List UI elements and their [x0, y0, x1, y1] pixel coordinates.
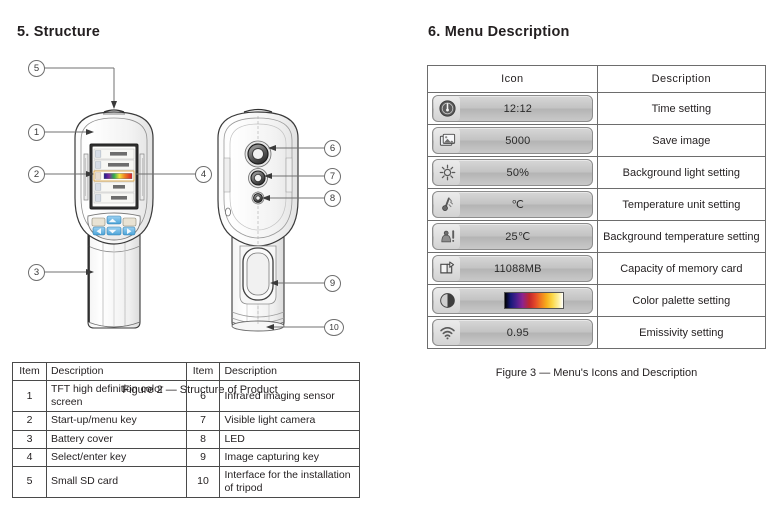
item-number: 7 [185, 411, 221, 431]
menu-pill[interactable]: 0.95 [432, 319, 593, 346]
callout-10: 10 [324, 319, 344, 336]
item-number: 3 [12, 429, 47, 449]
callout-6: 6 [324, 140, 341, 157]
photos-icon [434, 128, 460, 153]
menu-description: Color palette setting [596, 284, 767, 317]
item-number: 4 [12, 447, 47, 467]
item-number: 10 [185, 465, 221, 499]
menu-row-memory-capacity: 11088MB Capacity of memory card [427, 252, 767, 285]
lcd-screen-rows [93, 148, 135, 204]
menu-icon-cell: 25℃ [427, 220, 598, 253]
callout-4: 4 [195, 166, 212, 183]
table-header-row: Item Description Item Description [12, 361, 360, 382]
item-description-table: Item Description Item Description 1 TFT … [12, 361, 360, 499]
menu-pill[interactable]: ℃ [432, 191, 593, 218]
product-structure-figure: 5 1 2 3 4 6 7 8 9 10 Figure 2 — Structur… [0, 50, 400, 396]
menu-row-temperature-unit: ℃ Temperature unit setting [427, 188, 767, 221]
menu-description: Time setting [596, 92, 767, 125]
menu-description: Temperature unit setting [596, 188, 767, 221]
item-description: LED [219, 429, 360, 449]
callout-5: 5 [28, 60, 45, 77]
item-description: Select/enter key [45, 447, 187, 467]
menu-icon-cell: 12:12 [427, 92, 598, 125]
clock-icon [434, 96, 460, 121]
figure3-caption: Figure 3 — Menu's Icons and Description [495, 367, 698, 379]
menu-icon-cell: 5000 [427, 124, 598, 157]
menu-icon-cell: 0.95 [427, 316, 598, 349]
menu-pill[interactable]: 25℃ [432, 223, 593, 250]
callout-7: 7 [324, 168, 341, 185]
item-description: Small SD card [45, 465, 187, 499]
contrast-icon [434, 288, 460, 313]
menu-value: 0.95 [506, 326, 529, 339]
table-row: 1 TFT high definition color screen 6 Inf… [12, 380, 360, 413]
menu-pill[interactable] [432, 287, 593, 314]
callout-2: 2 [28, 166, 45, 183]
header-description-1: Description [45, 361, 187, 382]
menu-pill[interactable]: 11088MB [432, 255, 593, 282]
menu-row-color-palette: Color palette setting [427, 284, 767, 317]
menu-pill[interactable]: 50% [432, 159, 593, 186]
menu-pill[interactable]: 5000 [432, 127, 593, 154]
callout-1: 1 [28, 124, 45, 141]
brightness-icon [434, 160, 460, 185]
item-number: 8 [185, 429, 221, 449]
menu-description: Save image [596, 124, 767, 157]
item-description: Image capturing key [219, 447, 360, 467]
item-description: Infrared imaging sensor [219, 380, 360, 413]
item-description: Interface for the installation of tripod [219, 465, 360, 499]
menu-value: ℃ [511, 199, 525, 211]
menu-value: 5000 [505, 134, 531, 147]
menu-value: 12:12 [503, 102, 533, 115]
callout-3: 3 [28, 264, 45, 281]
header-description-2: Description [219, 361, 360, 382]
menu-table-header-row: Icon Description [427, 65, 767, 93]
page-title-structure: 5. Structure [17, 24, 100, 40]
item-number: 9 [185, 447, 221, 467]
menu-row-save-image: 5000 Save image [427, 124, 767, 157]
menu-icon-cell: 50% [427, 156, 598, 189]
menu-icon-table: Icon Description 12:12 Time setting 5000… [427, 65, 767, 349]
callout-9: 9 [324, 275, 341, 292]
menu-pill[interactable]: 12:12 [432, 95, 593, 122]
menu-icon-cell: 11088MB [427, 252, 598, 285]
item-number: 6 [185, 380, 221, 413]
table-row: 4 Select/enter key 9 Image capturing key [12, 447, 360, 467]
table-row: 5 Small SD card 10 Interface for the ins… [12, 465, 360, 499]
callout-8: 8 [324, 190, 341, 207]
menu-value: 11088MB [493, 262, 542, 275]
header-item-2: Item [185, 361, 221, 382]
table-row: 3 Battery cover 8 LED [12, 429, 360, 449]
item-number: 2 [12, 411, 47, 431]
menu-description: Background light setting [596, 156, 767, 189]
item-description: Visible light camera [219, 411, 360, 431]
menu-icon-cell: ℃ [427, 188, 598, 221]
item-description: Start-up/menu key [45, 411, 187, 431]
emissivity-icon [434, 320, 460, 345]
memory-card-icon [434, 256, 460, 281]
table-row: 2 Start-up/menu key 7 Visible light came… [12, 411, 360, 431]
menu-row-emissivity: 0.95 Emissivity setting [427, 316, 767, 349]
menu-row-background-light: 50% Background light setting [427, 156, 767, 189]
page-title-menu-description: 6. Menu Description [428, 24, 570, 40]
bg-temp-icon [434, 224, 460, 249]
menu-row-background-temperature: 25℃ Background temperature setting [427, 220, 767, 253]
item-description: TFT high definition color screen [45, 380, 187, 413]
color-palette-bar [503, 292, 564, 309]
item-number: 5 [12, 465, 47, 499]
menu-icon-cell [427, 284, 598, 317]
header-icon: Icon [427, 65, 598, 93]
menu-description: Capacity of memory card [596, 252, 767, 285]
menu-description: Emissivity setting [596, 316, 767, 349]
item-description: Battery cover [45, 429, 187, 449]
menu-row-time-setting: 12:12 Time setting [427, 92, 767, 125]
header-item-1: Item [12, 361, 47, 382]
thermometer-icon [434, 192, 460, 217]
menu-description: Background temperature setting [596, 220, 767, 253]
menu-value: 25℃ [505, 231, 531, 243]
item-number: 1 [12, 380, 47, 413]
header-description: Description [596, 65, 767, 93]
menu-value: 50% [506, 166, 530, 179]
